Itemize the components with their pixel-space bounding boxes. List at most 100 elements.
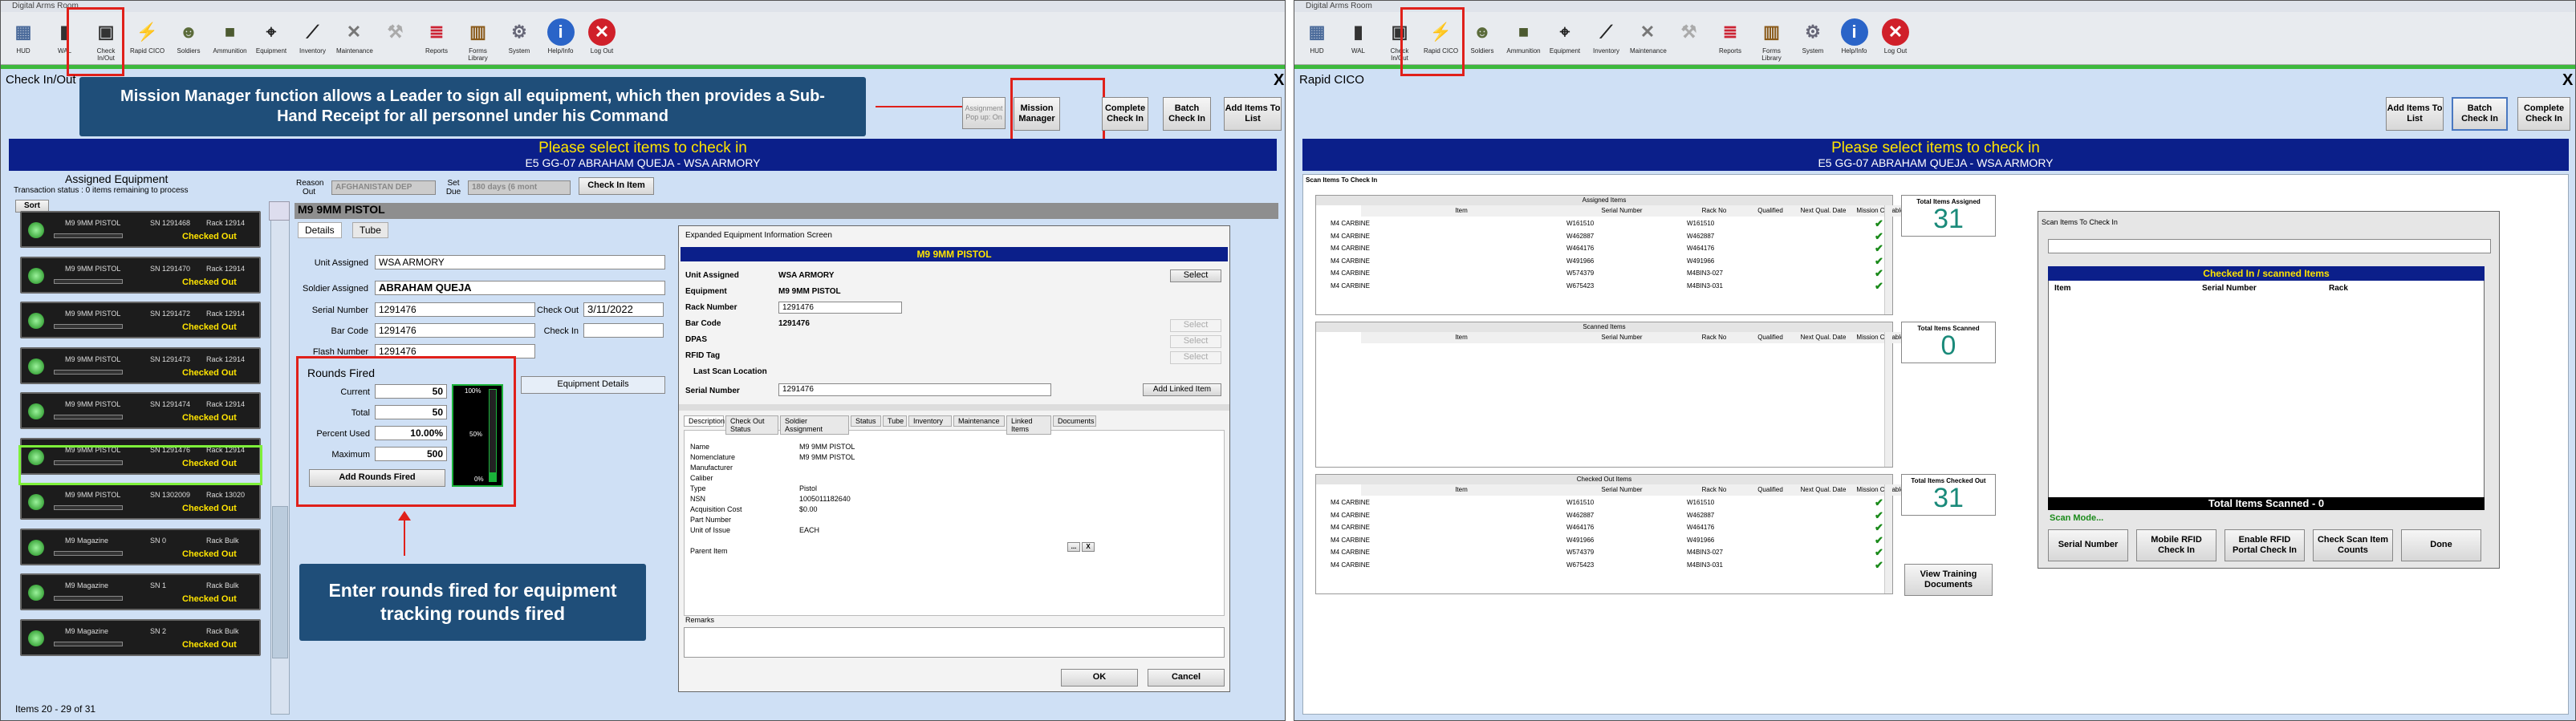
complete-check-in-button[interactable]: Complete Check In [2517,97,2570,131]
equipment-list-item[interactable]: M9 Magazine SN 2 Rack Bulk Checked Out [20,618,261,656]
equipment-list-item[interactable]: M9 9MM PISTOL SN 1291472 Rack 12914 Checked… [20,302,261,338]
toolbar-soldiers-button[interactable]: ☻ Soldiers [171,18,206,55]
parent-item-browse-button[interactable]: ... [1067,542,1080,552]
equipment-list-item[interactable]: M9 9MM PISTOL SN 1291468 Rack 12914 Checked… [20,211,261,248]
batch-check-in-button[interactable]: Batch Check In [2452,97,2508,131]
toolbar-maintenance-button[interactable]: ✕ Maintenance [1630,18,1667,55]
toolbar-ammunition-button[interactable]: ■ Ammunition [213,18,248,55]
parent-item-clear-button[interactable]: X [1082,542,1095,552]
toolbar-system-button[interactable]: ⚙ System [1795,18,1830,55]
right-scrollbar[interactable] [269,201,290,221]
maximum-rounds-field[interactable]: 500 [375,447,447,461]
toolbar-ammunition-button[interactable]: ■ Ammunition [1506,18,1542,55]
reason-out-select[interactable]: AFGHANISTAN DEP [331,180,436,195]
table-row[interactable]: M4 CARBINE W574379 M4BIN3-027 ✔ [1316,267,1892,280]
dialog-tab-check-out-status[interactable]: Check Out Status [725,415,778,435]
toolbar-hud-button[interactable]: ▦ HUD [6,18,41,55]
toolbar-rapid-cico-button[interactable]: ⚡ Rapid CICO [130,18,165,55]
grid-column-header[interactable]: Item [1361,484,1562,496]
scan-mobile-rfid-check-in-button[interactable]: Mobile RFID Check In [2136,529,2216,561]
grid-column-header[interactable]: Next Qual. Date [1794,205,1852,217]
table-row[interactable]: M4 CARBINE W491966 W491966 ✔ [1316,534,1892,547]
close-icon[interactable]: X [1274,71,1284,90]
grid-column-header[interactable]: Item [1361,205,1562,217]
bar-code-field[interactable]: 1291476 [375,323,535,338]
toolbar-system-button[interactable]: ⚙ System [502,18,537,55]
table-row[interactable]: M4 CARBINE W491966 W491966 ✔ [1316,255,1892,268]
grid-column-header[interactable]: Serial Number [1562,332,1682,343]
grid-column-header[interactable]: Qualified [1746,484,1794,496]
toolbar-maintenance-button[interactable]: ✕ Maintenance [336,18,373,55]
equipment-list-item[interactable]: M9 9MM PISTOL SN 1302009 Rack 13020 Checked… [20,483,261,520]
cancel-button[interactable]: Cancel [1148,669,1225,687]
equipment-list-item[interactable]: M9 9MM PISTOL SN 1291474 Rack 12914 Checked… [20,392,261,429]
check-in-field[interactable] [583,323,664,338]
grid-column-header[interactable]: Rack No [1682,484,1746,496]
view-training-documents-button[interactable]: View Training Documents [1904,564,1993,596]
percent-used-field[interactable]: 10.00% [375,426,447,440]
scan-check-scan-item-counts-button[interactable]: Check Scan Item Counts [2313,529,2393,561]
toolbar-forms-library-button[interactable]: ▥ Forms Library [461,18,496,62]
table-row[interactable]: M4 CARBINE W464176 W464176 ✔ [1316,242,1892,255]
serial-number-field[interactable]: 1291476 [375,302,535,317]
scan-serial-number-button[interactable]: Serial Number [2048,529,2128,561]
grid-column-header[interactable]: Mission Capable [1852,332,1908,343]
grid-column-header[interactable]: Next Qual. Date [1794,484,1852,496]
grid-column-header[interactable]: Qualified [1746,332,1794,343]
toolbar-blank-button[interactable]: ⚒ [1672,18,1707,47]
add-items-to-list-button[interactable]: Add Items To List [2386,97,2444,131]
dialog-tab-inventory[interactable]: Inventory [908,415,952,427]
table-row[interactable]: M4 CARBINE W675423 M4BIN3-031 ✔ [1316,280,1892,293]
check-in-item-button[interactable]: Check In Item [579,177,654,195]
toolbar-wal-button[interactable]: ▮ WAL [1341,18,1376,55]
toolbar-help-info-button[interactable]: i Help/Info [543,18,579,55]
table-row[interactable]: M4 CARBINE W462887 W462887 ✔ [1316,509,1892,522]
equipment-list-item[interactable]: M9 Magazine SN 1 Rack Bulk Checked Out [20,573,261,610]
toolbar-help-info-button[interactable]: i Help/Info [1837,18,1872,55]
table-row[interactable]: M4 CARBINE W462887 W462887 ✔ [1316,230,1892,243]
toolbar-reports-button[interactable]: ≣ Reports [419,18,454,55]
grid-column-header[interactable]: Item [1361,332,1562,343]
dialog-tab-description[interactable]: Description [684,415,725,427]
table-row[interactable]: M4 CARBINE W161510 W161510 ✔ [1316,217,1892,230]
dialog-tab-soldier-assignment[interactable]: Soldier Assignment [780,415,849,435]
remarks-field[interactable] [684,627,1225,658]
close-icon[interactable]: X [2562,71,2573,90]
scan-enable-rfid-portal-check-in-button[interactable]: Enable RFID Portal Check In [2225,529,2305,561]
assignment-popup-toggle[interactable]: Assignment Pop up: On [962,97,1006,129]
dialog-serial-field[interactable]: 1291476 [778,383,1051,396]
grid-column-header[interactable]: Mission Capable [1852,484,1908,496]
total-rounds-field[interactable]: 50 [375,405,447,419]
complete-check-in-button[interactable]: Complete Check In [1102,97,1148,131]
grid-column-header[interactable]: Rack No [1682,332,1746,343]
add-linked-item-button[interactable]: Add Linked Item [1143,383,1221,396]
grid-column-header[interactable]: Next Qual. Date [1794,332,1852,343]
toolbar-equipment-button[interactable]: ⌖ Equipment [1547,18,1583,55]
dialog-tab-linked-items[interactable]: Linked Items [1006,415,1051,435]
toolbar-inventory-button[interactable]: ⟋ Inventory [295,18,331,55]
table-row[interactable]: M4 CARBINE W464176 W464176 ✔ [1316,521,1892,534]
dialog-tab-status[interactable]: Status [851,415,881,427]
current-rounds-field[interactable]: 50 [375,384,447,399]
equipment-list-item[interactable]: M9 9MM PISTOL SN 1291470 Rack 12914 Checked… [20,256,261,294]
unit-assigned-field[interactable]: WSA ARMORY [375,255,665,269]
dialog-rack-field[interactable]: 1291476 [778,302,902,314]
toolbar-log-out-button[interactable]: ✕ Log Out [584,18,620,55]
add-rounds-fired-button[interactable]: Add Rounds Fired [309,469,445,487]
tab-details[interactable]: Details [298,222,342,238]
toolbar-reports-button[interactable]: ≣ Reports [1713,18,1748,55]
toolbar-forms-library-button[interactable]: ▥ Forms Library [1754,18,1790,62]
check-out-field[interactable]: 3/11/2022 [583,302,664,317]
ok-button[interactable]: OK [1061,669,1138,687]
soldier-assigned-field[interactable]: ABRAHAM QUEJA [375,281,665,295]
grid-column-header[interactable]: Rack No [1682,205,1746,217]
toolbar-equipment-button[interactable]: ⌖ Equipment [254,18,289,55]
scan-input[interactable] [2048,239,2491,253]
table-row[interactable]: M4 CARBINE W574379 M4BIN3-027 ✔ [1316,546,1892,559]
dialog-tab-tube[interactable]: Tube [883,415,907,427]
toolbar-inventory-button[interactable]: ⟋ Inventory [1589,18,1624,55]
scroll-thumb[interactable] [272,506,288,658]
scan-done-button[interactable]: Done [2401,529,2481,561]
batch-check-in-button[interactable]: Batch Check In [1163,97,1211,131]
toolbar-blank-button[interactable]: ⚒ [378,18,413,47]
